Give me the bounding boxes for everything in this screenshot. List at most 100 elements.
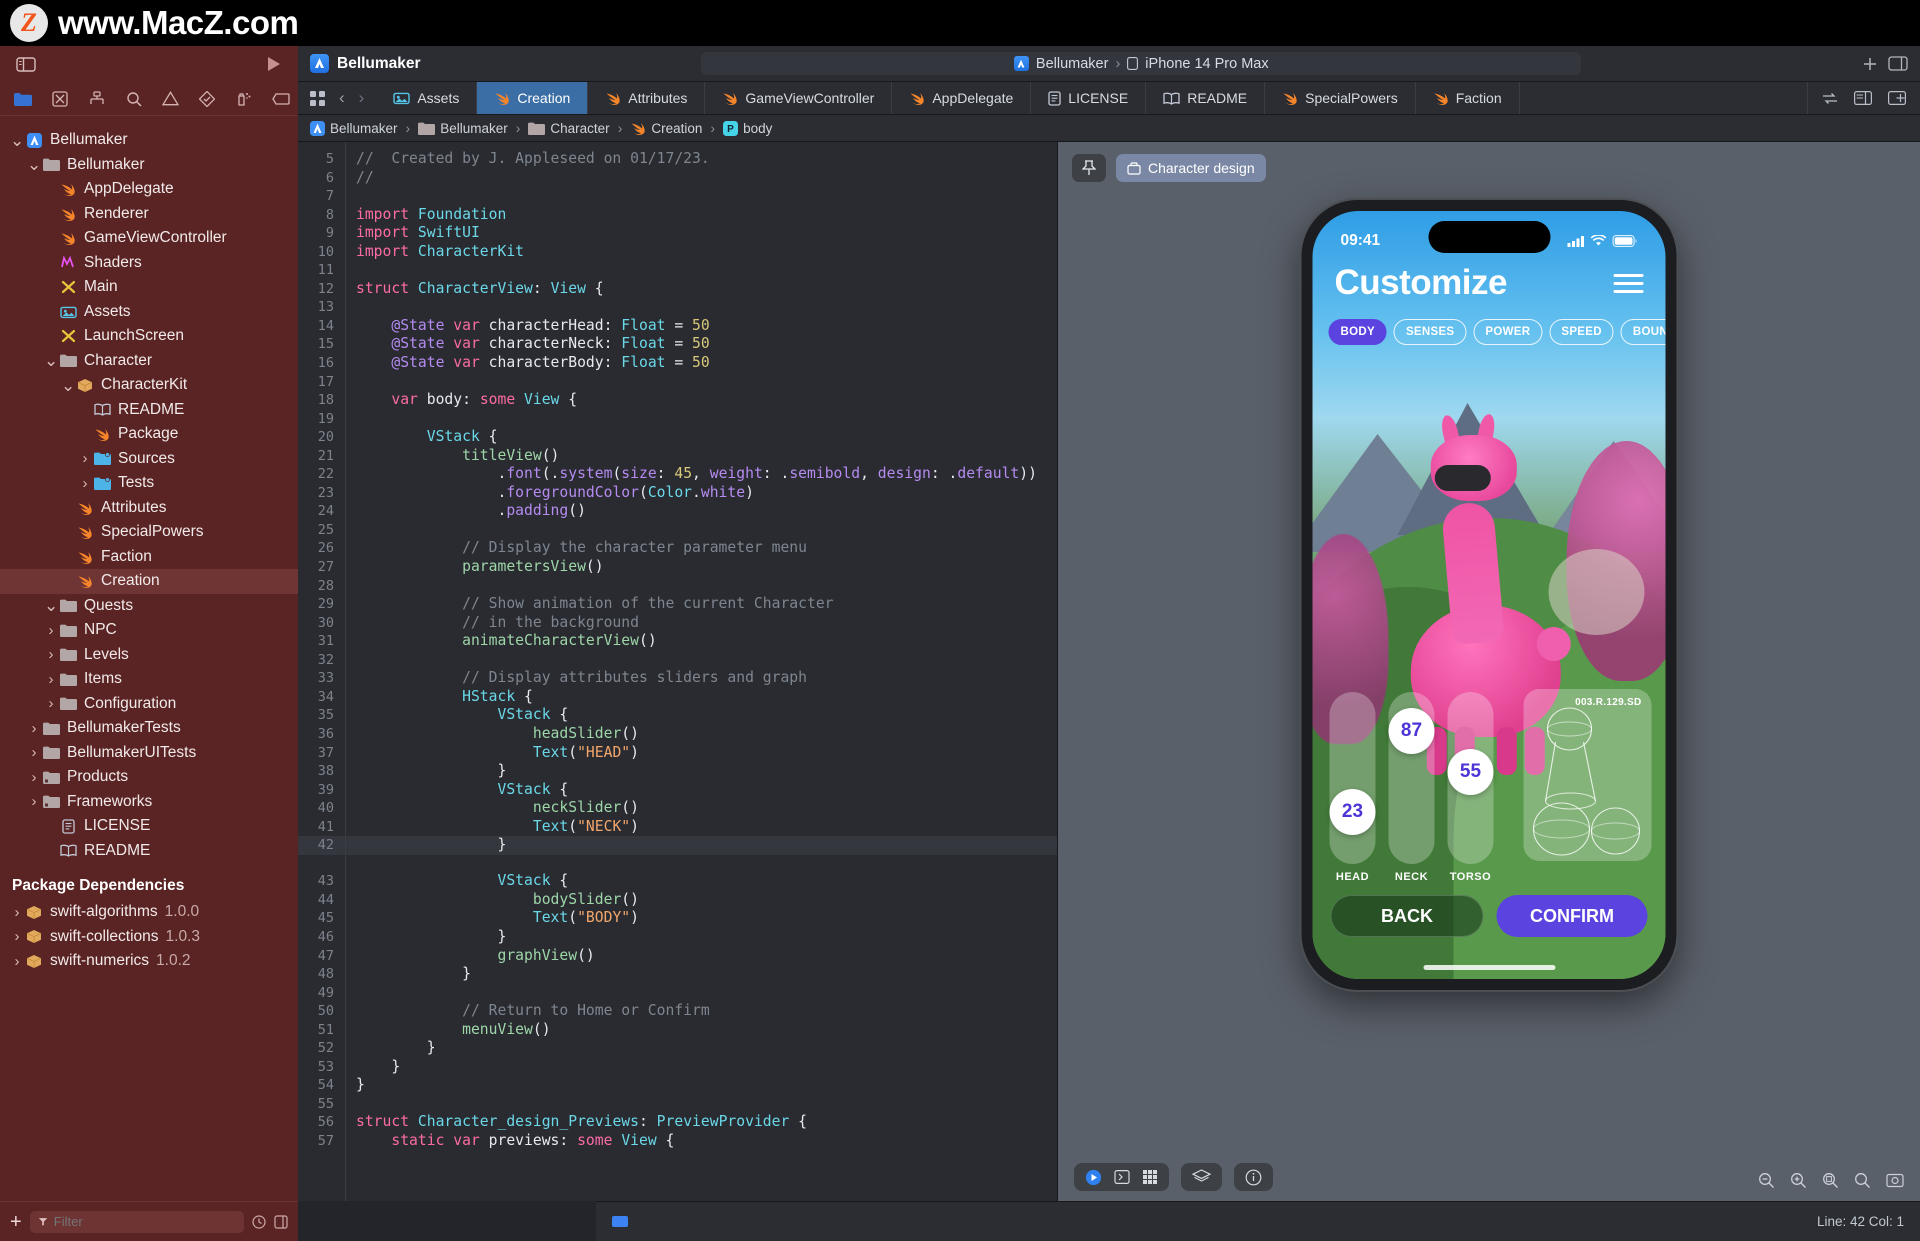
action-buttons[interactable]: BACK CONFIRM xyxy=(1330,895,1648,937)
pill-speed[interactable]: SPEED xyxy=(1549,319,1614,345)
slider-knob[interactable]: 23 xyxy=(1329,789,1376,836)
pill-body[interactable]: BODY xyxy=(1328,319,1387,345)
tab-creation[interactable]: Creation xyxy=(477,82,589,114)
tab-faction[interactable]: Faction xyxy=(1416,82,1520,114)
character-graph[interactable]: 003.R.129.SD xyxy=(1523,689,1652,861)
disclosure-triangle[interactable]: › xyxy=(10,954,24,969)
breadcrumb-item-creation[interactable]: Creation xyxy=(630,121,702,136)
sidebar-item-bellumaker[interactable]: ⌄ Bellumaker xyxy=(0,153,298,178)
sidebar-item-character[interactable]: ⌄ Character xyxy=(0,349,298,374)
sidebar-item-creation[interactable]: Creation xyxy=(0,569,298,594)
sidebar-item-launchscreen[interactable]: LaunchScreen xyxy=(0,324,298,349)
slider-track[interactable]: 23 xyxy=(1329,692,1376,864)
pill-power[interactable]: POWER xyxy=(1473,319,1543,345)
recent-files-icon[interactable] xyxy=(252,1214,266,1229)
forward-chevron-icon[interactable]: › xyxy=(359,88,365,108)
debug-icon[interactable] xyxy=(235,91,252,107)
hamburger-menu-icon[interactable] xyxy=(1613,273,1644,293)
sidebar-item-package[interactable]: Package xyxy=(0,422,298,447)
hierarchy-icon[interactable] xyxy=(88,91,106,106)
disclosure-triangle[interactable]: › xyxy=(27,745,41,760)
disclosure-triangle[interactable]: › xyxy=(44,696,58,711)
sidebar-item-specialpowers[interactable]: SpecialPowers xyxy=(0,520,298,545)
sidebar-item-main[interactable]: Main xyxy=(0,275,298,300)
sidebar-item-quests[interactable]: ⌄ Quests xyxy=(0,594,298,619)
sidebar-item-products[interactable]: › Products xyxy=(0,765,298,790)
disclosure-triangle[interactable]: › xyxy=(10,905,24,920)
tab-license[interactable]: LICENSE xyxy=(1031,82,1147,114)
device-preview[interactable]: 09:41 Customize BODY SENSES POWER SPEED … xyxy=(1301,200,1677,990)
tab-appdelegate[interactable]: AppDelegate xyxy=(892,82,1032,114)
add-file-button[interactable]: + xyxy=(10,1212,22,1232)
split-editor-icon[interactable] xyxy=(1854,91,1872,105)
grid-view-icon[interactable] xyxy=(310,90,325,106)
sidebar-item-characterkit[interactable]: ⌄ CharacterKit xyxy=(0,373,298,398)
attribute-sliders[interactable]: 23 HEAD 87 NECK 55 TORSO xyxy=(1329,692,1495,883)
breakpoint-icon[interactable] xyxy=(272,92,290,105)
tab-attributes[interactable]: Attributes xyxy=(588,82,706,114)
sidebar-item-bellumakertests[interactable]: › BellumakerTests xyxy=(0,716,298,741)
sidebar-item-frameworks[interactable]: › Frameworks xyxy=(0,790,298,815)
disclosure-triangle[interactable]: ⌄ xyxy=(44,352,58,369)
disclosure-triangle[interactable]: › xyxy=(10,929,24,944)
disclosure-triangle[interactable]: › xyxy=(44,623,58,638)
slider-neck[interactable]: 87 NECK xyxy=(1388,692,1436,883)
project-navigator-tree[interactable]: ⌄ Bellumaker ⌄ Bellumaker AppDelegate Rendere… xyxy=(0,120,298,1197)
slider-knob[interactable]: 87 xyxy=(1388,708,1435,755)
sidebar-item-bellumakeruitests[interactable]: › BellumakerUITests xyxy=(0,741,298,766)
sidebar-toggle-icon[interactable] xyxy=(16,56,36,72)
dependency-item-swift-numerics[interactable]: › swift-numerics 1.0.2 xyxy=(0,949,298,974)
sidebar-item-shaders[interactable]: Shaders xyxy=(0,251,298,276)
sidebar-item-sources[interactable]: › Sources xyxy=(0,447,298,472)
source-editor[interactable]: 5// Created by J. Appleseed on 01/17/23.… xyxy=(298,142,1058,1201)
disclosure-triangle[interactable]: › xyxy=(27,794,41,809)
tab-assets[interactable]: Assets xyxy=(376,82,478,114)
sidebar-item-readme[interactable]: README xyxy=(0,839,298,864)
preview-zoom-controls[interactable] xyxy=(1758,1172,1904,1189)
dependency-item-swift-collections[interactable]: › swift-collections 1.0.3 xyxy=(0,925,298,950)
sidebar-item-license[interactable]: LICENSE xyxy=(0,814,298,839)
sidebar-item-configuration[interactable]: › Configuration xyxy=(0,692,298,717)
disclosure-triangle[interactable]: › xyxy=(44,672,58,687)
sidebar-item-assets[interactable]: Assets xyxy=(0,300,298,325)
back-button[interactable]: BACK xyxy=(1330,895,1484,937)
breadcrumb[interactable]: Bellumaker › Bellumaker › Character › Creation… xyxy=(298,115,1920,142)
editor-tab-bar[interactable]: ‹ › Assets Creation Attributes GameViewCont… xyxy=(298,82,1920,115)
inspector-toggle-icon[interactable] xyxy=(1888,56,1908,71)
filter-input[interactable] xyxy=(53,1214,236,1229)
breadcrumb-item-body[interactable]: Pbody xyxy=(723,120,772,136)
pill-senses[interactable]: SENSES xyxy=(1393,319,1467,345)
dependency-item-swift-algorithms[interactable]: › swift-algorithms 1.0.0 xyxy=(0,900,298,925)
preview-info-group[interactable] xyxy=(1234,1163,1273,1191)
pin-icon[interactable] xyxy=(1072,154,1106,182)
device-screen[interactable]: 09:41 Customize BODY SENSES POWER SPEED … xyxy=(1312,211,1666,979)
slider-track[interactable]: 55 xyxy=(1447,692,1494,864)
confirm-button[interactable]: CONFIRM xyxy=(1496,895,1648,937)
run-play-icon[interactable] xyxy=(264,55,282,73)
slider-track[interactable]: 87 xyxy=(1388,692,1435,864)
pill-bounce[interactable]: BOUNCE xyxy=(1620,319,1666,345)
breadcrumb-item-character[interactable]: Character xyxy=(528,121,610,136)
sidebar-item-gameviewcontroller[interactable]: GameViewController xyxy=(0,226,298,251)
sidebar-item-appdelegate[interactable]: AppDelegate xyxy=(0,177,298,202)
tab-specialpowers[interactable]: SpecialPowers xyxy=(1265,82,1416,114)
category-pills[interactable]: BODYSENSESPOWERSPEEDBOUNCE xyxy=(1313,319,1666,345)
sidebar-item-renderer[interactable]: Renderer xyxy=(0,202,298,227)
tab-right-controls[interactable] xyxy=(1808,82,1920,114)
tab-controls[interactable]: ‹ › xyxy=(298,82,376,114)
slider-torso[interactable]: 55 TORSO xyxy=(1447,692,1495,883)
sidebar-item-items[interactable]: › Items xyxy=(0,667,298,692)
preview-mode-group[interactable] xyxy=(1074,1163,1169,1191)
disclosure-triangle[interactable]: ⌄ xyxy=(27,156,41,173)
preview-layers-group[interactable] xyxy=(1181,1163,1222,1191)
source-control-filter-icon[interactable] xyxy=(274,1214,288,1229)
scheme-selector[interactable]: Bellumaker › iPhone 14 Pro Max xyxy=(701,52,1582,75)
sidebar-item-bellumaker[interactable]: ⌄ Bellumaker xyxy=(0,128,298,153)
preview-name-chip[interactable]: Character design xyxy=(1116,154,1266,182)
folder-icon[interactable] xyxy=(14,92,32,106)
back-chevron-icon[interactable]: ‹ xyxy=(339,88,345,108)
tab-gameviewcontroller[interactable]: GameViewController xyxy=(705,82,893,114)
search-icon[interactable] xyxy=(126,91,142,107)
test-diamond-icon[interactable] xyxy=(199,90,215,107)
slider-knob[interactable]: 55 xyxy=(1447,748,1494,795)
